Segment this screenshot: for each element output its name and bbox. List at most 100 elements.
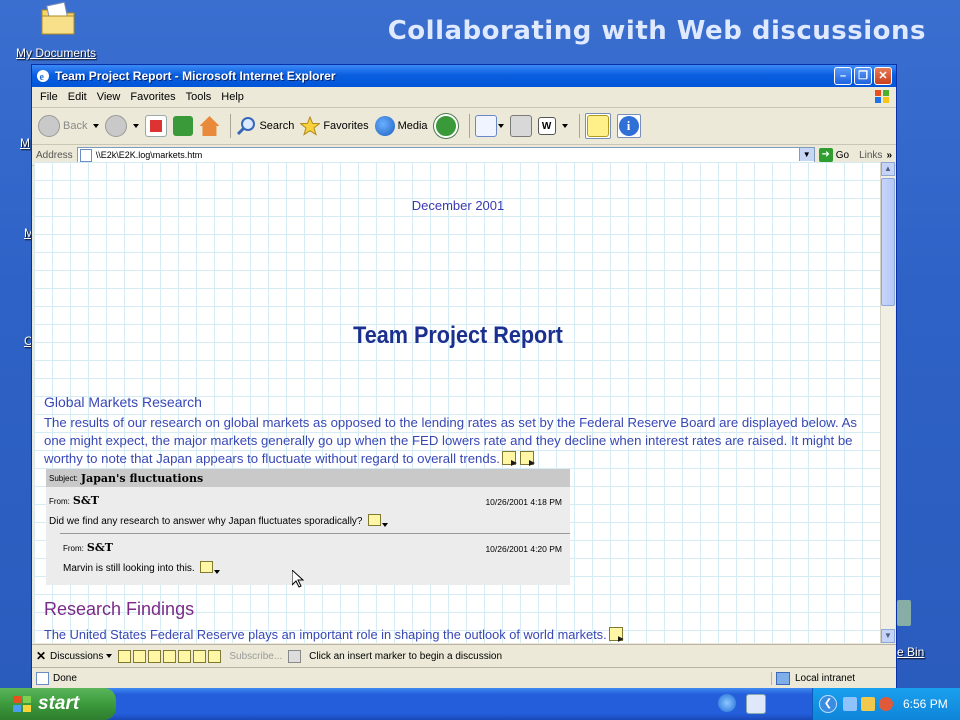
taskbar: start ❮ 6:56 PM <box>0 688 960 720</box>
subscribe-button[interactable]: Subscribe... <box>229 651 282 662</box>
menu-tools[interactable]: Tools <box>186 91 212 103</box>
discussion-thread: Subject: Japan's fluctuations From: S&T 1… <box>46 469 570 585</box>
recycle-bin-label[interactable]: e Bin <box>897 645 924 659</box>
back-button[interactable]: Back <box>38 115 100 137</box>
stop-icon <box>145 115 168 137</box>
start-button[interactable]: start <box>0 688 116 720</box>
show-pane-icon[interactable] <box>288 649 302 663</box>
favorites-button[interactable]: Favorites <box>300 116 369 136</box>
next-discussion-icon[interactable] <box>208 649 222 663</box>
edit-button[interactable]: W <box>537 117 568 135</box>
section-heading-research-findings: Research Findings <box>44 599 195 619</box>
users-icon[interactable] <box>861 697 875 711</box>
refresh-button[interactable] <box>173 116 194 136</box>
media-globe-icon <box>374 116 395 136</box>
refresh-discussions-icon[interactable] <box>148 649 162 663</box>
from-line: From: S&T <box>49 494 99 507</box>
chevron-down-icon[interactable] <box>497 124 504 128</box>
chevron-down-icon[interactable] <box>381 523 388 527</box>
tray-expand-button[interactable]: ❮ <box>819 695 837 713</box>
forward-arrow-icon <box>105 115 128 137</box>
insert-discussion-icon[interactable] <box>608 627 623 641</box>
menu-view[interactable]: View <box>97 91 121 103</box>
my-documents-label[interactable]: My Documents <box>16 46 96 60</box>
collapse-all-icon[interactable] <box>178 649 192 663</box>
insert-discussion-icon[interactable] <box>118 649 132 663</box>
windows-logo-icon <box>875 90 889 103</box>
chevron-down-icon[interactable] <box>213 570 220 574</box>
discussion-subject-bar: Subject: Japan's fluctuations <box>46 469 570 487</box>
entry-message-text: Marvin is still looking into this. <box>63 563 195 574</box>
start-label: start <box>38 693 80 714</box>
media-label: Media <box>397 120 428 132</box>
reply-note-icon[interactable] <box>367 514 381 526</box>
previous-discussion-icon[interactable] <box>193 649 207 663</box>
maximize-button[interactable]: ❐ <box>854 67 872 85</box>
vertical-scrollbar[interactable]: ▲ ▼ <box>880 162 895 643</box>
stop-button[interactable] <box>145 115 168 137</box>
home-icon <box>199 116 220 136</box>
discuss-button[interactable] <box>584 113 611 139</box>
forward-button[interactable] <box>105 115 140 137</box>
menu-bar: File Edit View Favorites Tools Help <box>32 87 896 108</box>
address-dropdown-button[interactable]: ▼ <box>798 147 814 161</box>
menu-file[interactable]: File <box>40 91 58 103</box>
window-titlebar[interactable]: e Team Project Report - Microsoft Intern… <box>32 65 896 87</box>
desktop-icon-fragment[interactable]: M <box>20 136 30 150</box>
info-button[interactable]: i <box>616 114 641 138</box>
refresh-icon <box>173 116 194 136</box>
print-button[interactable] <box>509 115 532 137</box>
toolbar-separator <box>468 114 470 138</box>
status-left: Done <box>32 671 771 685</box>
ie-launch-icon[interactable] <box>718 694 736 712</box>
network-icon[interactable] <box>843 697 857 711</box>
mail-icon <box>474 115 497 137</box>
my-documents-folder-icon[interactable] <box>40 2 76 36</box>
tray-clock[interactable]: 6:56 PM <box>903 697 948 711</box>
discussions-toolbar: ✕ Discussions Subscribe... Click an inse… <box>32 644 896 667</box>
scroll-up-button[interactable]: ▲ <box>881 162 895 176</box>
quick-launch <box>718 694 776 714</box>
word-icon: W <box>537 117 556 135</box>
section2-body-text: The United States Federal Reserve plays … <box>44 627 607 642</box>
links-button[interactable]: Links <box>859 150 882 161</box>
home-button[interactable] <box>199 116 220 136</box>
chevron-down-icon[interactable] <box>561 124 568 128</box>
chevron-right-icon[interactable]: » <box>886 150 892 161</box>
go-label: Go <box>835 149 850 161</box>
history-button[interactable] <box>433 114 458 138</box>
address-label: Address <box>36 149 73 161</box>
go-button[interactable]: ➜ Go <box>818 148 850 162</box>
mail-button[interactable] <box>474 115 504 137</box>
discussion-subject: Japan's fluctuations <box>80 471 204 485</box>
insert-discussion-icon[interactable] <box>519 451 534 465</box>
from-label: From: <box>63 544 84 553</box>
scroll-down-button[interactable]: ▼ <box>881 629 895 643</box>
close-button[interactable]: ✕ <box>874 67 892 85</box>
security-alert-icon[interactable] <box>879 697 893 711</box>
reply-note-icon[interactable] <box>199 561 213 573</box>
discussions-menu-button[interactable]: Discussions <box>50 651 113 662</box>
address-input[interactable]: \\E2k\E2K.log\markets.htm ▼ <box>76 146 815 164</box>
chevron-down-icon[interactable] <box>93 124 100 128</box>
edit-discussion-icon[interactable] <box>133 649 147 663</box>
media-button[interactable]: Media <box>374 116 428 136</box>
entry-author: S&T <box>72 494 99 507</box>
document-title: Team Project Report <box>353 322 563 349</box>
menu-favorites[interactable]: Favorites <box>130 91 175 103</box>
entry-date: 10/26/2001 4:18 PM <box>485 497 562 507</box>
search-button[interactable]: Search <box>236 116 294 136</box>
close-discussions-button[interactable]: ✕ <box>32 649 50 663</box>
outlook-launch-icon[interactable] <box>746 694 766 714</box>
system-tray: ❮ 6:56 PM <box>812 688 960 720</box>
expand-all-icon[interactable] <box>163 649 177 663</box>
menu-edit[interactable]: Edit <box>68 91 87 103</box>
entry-message: Marvin is still looking into this. <box>63 561 220 574</box>
minimize-button[interactable]: – <box>834 67 852 85</box>
menu-help[interactable]: Help <box>221 91 244 103</box>
scroll-thumb[interactable] <box>881 178 895 306</box>
discussion-note-icon[interactable] <box>501 451 516 465</box>
recycle-bin-icon[interactable] <box>897 600 911 626</box>
page-icon <box>79 148 92 162</box>
chevron-down-icon[interactable] <box>133 124 140 128</box>
